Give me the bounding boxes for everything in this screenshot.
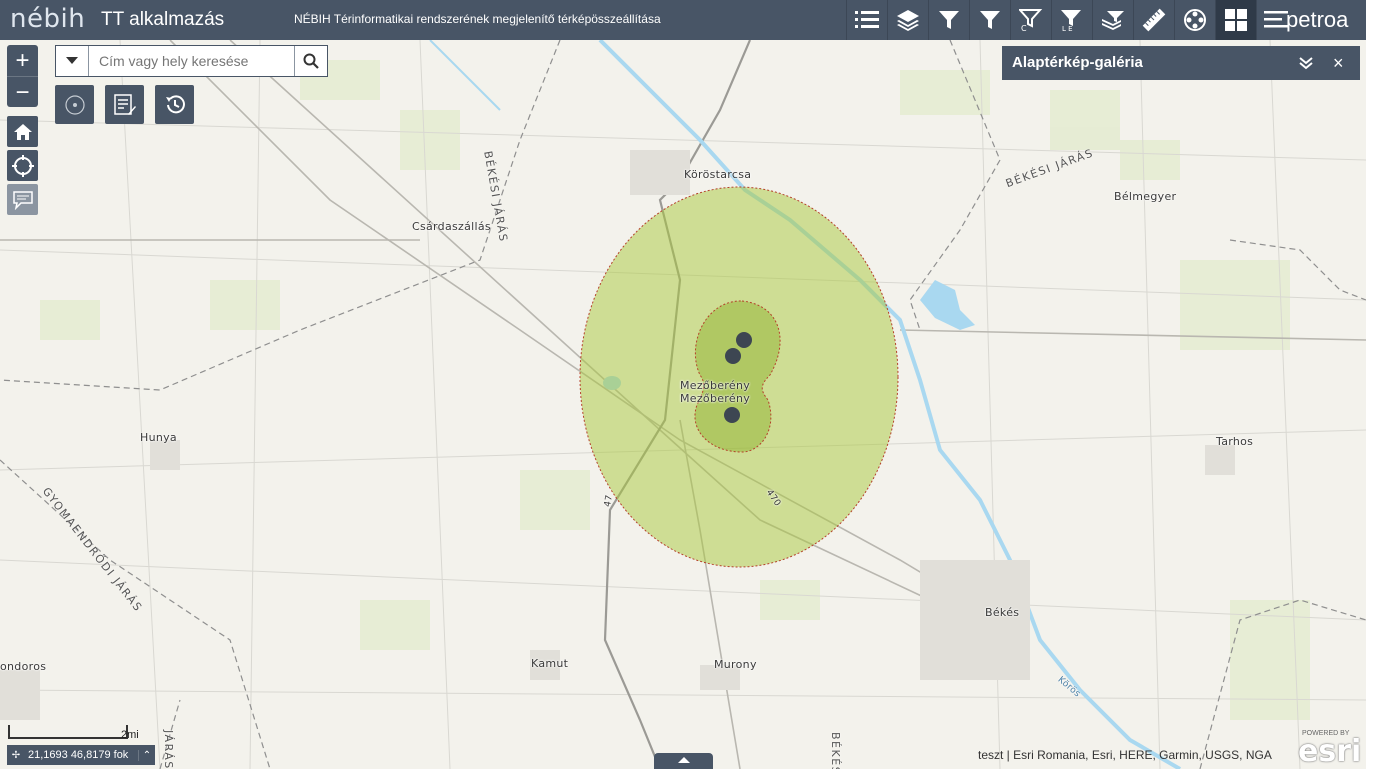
legend-button[interactable] xyxy=(7,184,38,215)
crosshair-icon[interactable]: ✢ xyxy=(7,750,25,761)
lake xyxy=(920,280,975,330)
place-label: Köröstarcsa xyxy=(684,168,752,181)
history-button[interactable] xyxy=(155,85,194,124)
search-icon xyxy=(303,53,319,69)
search-widget xyxy=(55,45,328,77)
film-reel-icon[interactable] xyxy=(1174,0,1215,40)
layer-filter-icon[interactable] xyxy=(1092,0,1133,40)
search-input[interactable] xyxy=(89,46,294,76)
edit-list-icon xyxy=(113,93,136,115)
esri-logo: POWERED BY esri xyxy=(1298,730,1361,769)
zoom-out-button[interactable]: − xyxy=(7,76,38,108)
filter-c-icon[interactable]: C xyxy=(1010,0,1051,40)
place-label: ondoros xyxy=(0,660,47,673)
search-button[interactable] xyxy=(294,46,327,76)
panel-title: Alaptérkép-galéria xyxy=(1012,54,1143,71)
coordinate-readout: 21,1693 46,8179 fok xyxy=(28,749,129,761)
locate-button[interactable] xyxy=(7,150,38,181)
target-icon xyxy=(64,94,85,115)
scale-bar xyxy=(8,725,128,739)
header-toolbar: C L E xyxy=(846,0,1297,40)
place-label: Bélmegyer xyxy=(1114,190,1177,203)
river-branch xyxy=(429,40,501,111)
scale-label: 2mi xyxy=(121,729,139,741)
search-source-dropdown[interactable] xyxy=(56,46,89,76)
chevron-up-icon xyxy=(677,757,690,763)
svg-text:C: C xyxy=(1021,24,1027,32)
filter-icon[interactable] xyxy=(928,0,969,40)
place-label: Békés xyxy=(985,606,1020,619)
place-label: Hunya xyxy=(140,431,177,444)
selection-button[interactable] xyxy=(55,85,94,124)
right-edge xyxy=(1366,0,1376,769)
place-label: Mezőberény xyxy=(680,392,751,405)
filter-icon[interactable] xyxy=(969,0,1010,40)
chevron-up-icon[interactable]: ⌃ xyxy=(138,749,155,761)
app-header: nébih TT alkalmazás NÉBIH Térinformatika… xyxy=(0,0,1366,40)
place-label: Csárdaszállás xyxy=(412,220,491,233)
close-icon[interactable]: × xyxy=(1333,53,1344,74)
place-label: Murony xyxy=(714,658,757,671)
nebih-logo: nébih xyxy=(10,4,86,34)
app-subtitle: NÉBIH Térinformatikai rendszerének megje… xyxy=(294,12,661,26)
home-button[interactable] xyxy=(7,116,38,147)
layers-icon[interactable] xyxy=(887,0,928,40)
place-label: Tarhos xyxy=(1216,435,1254,448)
bottom-panel-handle[interactable] xyxy=(654,753,713,769)
map-attribution: teszt | Esri Romania, Esri, HERE, Garmin… xyxy=(978,748,1272,762)
district-label: JÁRÁS xyxy=(162,730,175,769)
locate-icon xyxy=(11,154,34,177)
ruler-icon[interactable] xyxy=(1133,0,1174,40)
brand-name: petroa xyxy=(1286,7,1349,32)
list-icon[interactable] xyxy=(846,0,887,40)
basemap-gallery-panel: Alaptérkép-galéria × xyxy=(1002,46,1360,80)
road-number: 47 xyxy=(603,494,615,508)
double-chevron-down-icon[interactable] xyxy=(1298,55,1314,71)
zoom-control: + − xyxy=(7,45,38,107)
home-icon xyxy=(13,123,32,140)
speech-icon xyxy=(12,190,33,210)
svg-text:L E: L E xyxy=(1062,25,1073,32)
app-title: TT alkalmazás xyxy=(101,9,225,30)
filter-le-icon[interactable]: L E xyxy=(1051,0,1092,40)
esri-wordmark: esri xyxy=(1298,734,1362,769)
basemap-gallery-icon[interactable] xyxy=(1215,0,1256,40)
place-label: Kamut xyxy=(531,657,569,670)
place-label: Mezőberény xyxy=(680,379,751,392)
edit-button[interactable] xyxy=(105,85,144,124)
zoom-in-button[interactable]: + xyxy=(7,45,38,76)
coordinate-widget: ✢ 21,1693 46,8179 fok ⌃ xyxy=(7,745,155,765)
map-view[interactable]: Köröstarcsa Csárdaszállás Bélmegyer Huny… xyxy=(0,40,1366,769)
history-icon xyxy=(165,94,185,113)
chevron-down-icon xyxy=(66,57,78,64)
buffer-zone-inner[interactable] xyxy=(694,300,781,453)
district-label: BÉKÉS xyxy=(829,732,842,769)
